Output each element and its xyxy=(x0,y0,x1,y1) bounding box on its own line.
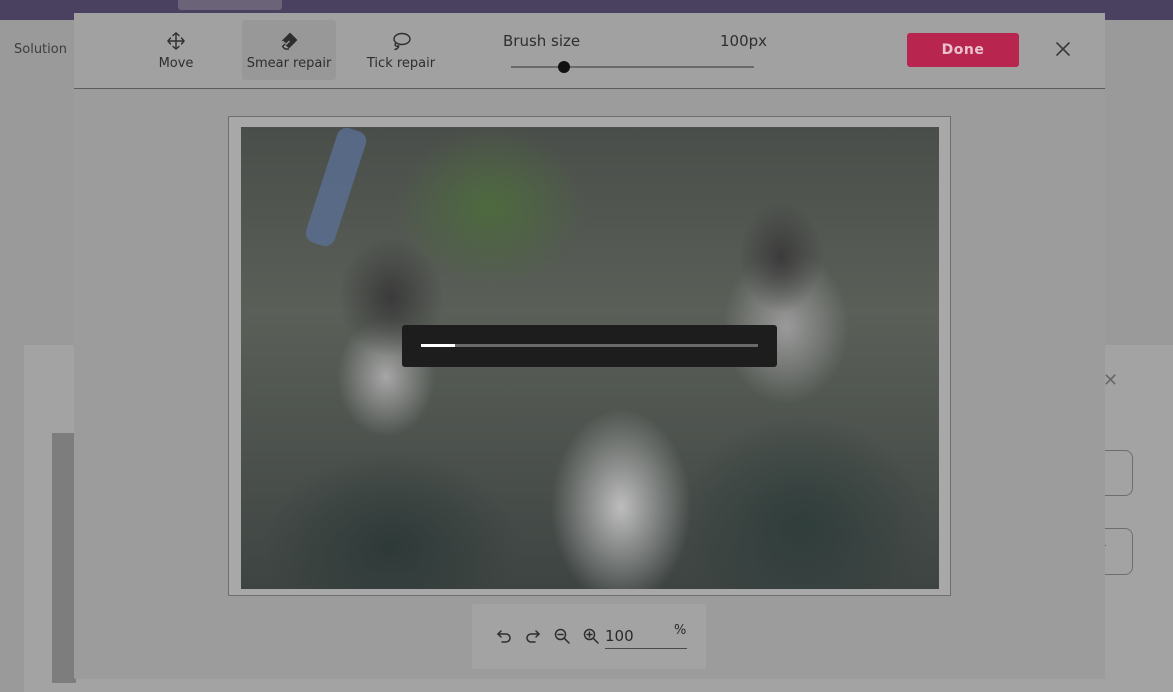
zoom-out-icon xyxy=(554,628,570,644)
lasso-icon xyxy=(390,30,412,52)
tool-move[interactable]: Move xyxy=(146,20,206,80)
tool-tick-repair[interactable]: Tick repair xyxy=(360,20,442,80)
background-solution-label: Solution xyxy=(14,42,67,57)
redo-icon xyxy=(526,630,541,643)
eraser-icon xyxy=(278,30,300,52)
progress-bar-fill xyxy=(421,344,455,347)
redo-button[interactable] xyxy=(523,626,543,646)
repair-editor-modal: Move Smear repair Tick repair Brush size… xyxy=(74,13,1105,679)
background-image-thumb xyxy=(52,433,76,683)
tool-move-label: Move xyxy=(158,55,194,71)
close-icon xyxy=(1056,42,1070,56)
brush-size-slider-handle[interactable] xyxy=(558,61,571,73)
zoom-controls: % xyxy=(472,604,706,669)
undo-button[interactable] xyxy=(494,626,514,646)
zoom-in-icon xyxy=(583,628,599,644)
zoom-unit: % xyxy=(674,623,687,638)
zoom-in-button[interactable] xyxy=(581,626,601,646)
tool-tick-repair-label: Tick repair xyxy=(366,55,436,71)
brush-size-value: 100px xyxy=(720,32,768,50)
processing-overlay xyxy=(402,325,777,367)
progress-bar xyxy=(421,344,758,347)
background-thumbnail xyxy=(178,0,282,10)
brush-size-slider[interactable] xyxy=(511,66,754,68)
close-button[interactable] xyxy=(1051,37,1075,61)
done-button[interactable]: Done xyxy=(907,33,1019,67)
smear-mark xyxy=(303,125,369,249)
brush-size-label: Brush size xyxy=(503,32,581,50)
move-icon xyxy=(165,30,187,52)
background-close-icon: ✕ xyxy=(1103,370,1119,391)
editor-toolbar: Move Smear repair Tick repair Brush size… xyxy=(74,13,1105,89)
zoom-out-button[interactable] xyxy=(552,626,572,646)
undo-icon xyxy=(496,630,511,643)
tool-smear-repair-label: Smear repair xyxy=(246,55,332,71)
tool-smear-repair[interactable]: Smear repair xyxy=(242,20,336,80)
